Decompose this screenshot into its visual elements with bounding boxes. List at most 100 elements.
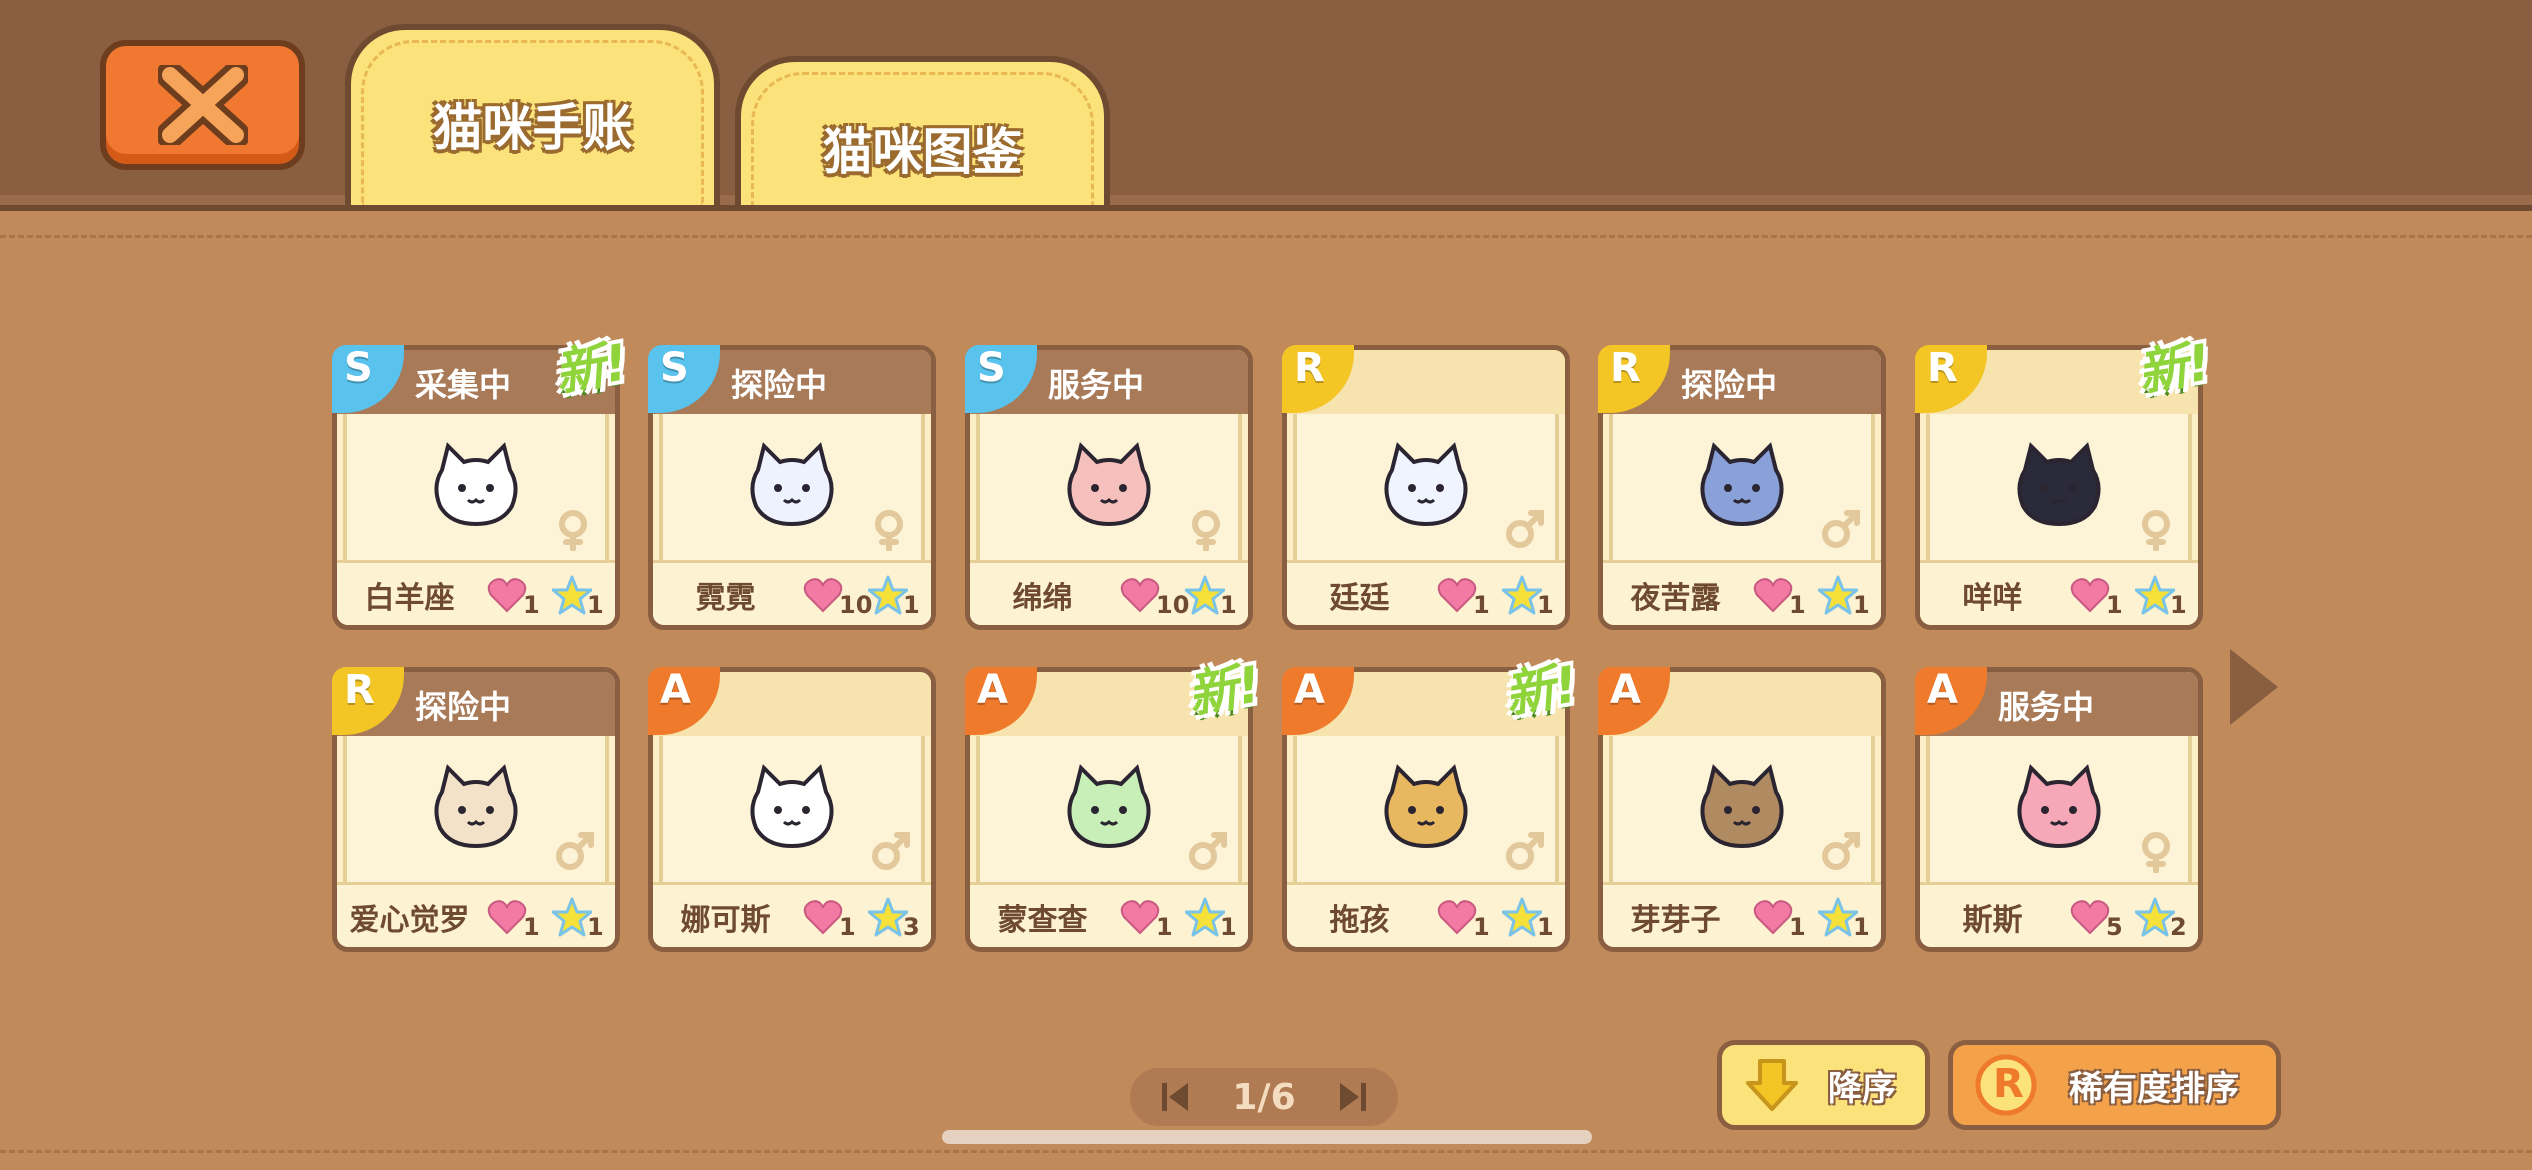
heart-icon — [2070, 578, 2110, 613]
status-label: 服务中 — [1998, 688, 2095, 726]
cat-card[interactable]: 芽芽子 1 1 A — [1598, 667, 1886, 952]
last-page-icon[interactable] — [1338, 1081, 1368, 1113]
star-count: 1 — [1537, 591, 1554, 619]
male-icon — [1822, 510, 1860, 548]
female-icon — [2142, 832, 2170, 873]
star-count: 1 — [1220, 913, 1237, 941]
female-icon — [2142, 510, 2170, 551]
heart-icon — [1437, 578, 1477, 613]
cat-portrait-icon — [2017, 442, 2101, 527]
star-count: 2 — [2170, 913, 2187, 941]
heart-icon — [1753, 900, 1793, 935]
star-icon — [2135, 575, 2175, 615]
pagination: 1/6 — [1130, 1068, 1398, 1126]
star-icon — [1502, 897, 1542, 937]
order-sort-button[interactable]: 降序 — [1717, 1040, 1930, 1130]
status-label: 采集中 — [415, 366, 512, 404]
cat-card[interactable]: 绵绵 10 1 S 服务中 — [965, 345, 1253, 630]
card-footer: 芽芽子 1 1 — [1603, 882, 1881, 947]
cat-card[interactable]: 霓霓 10 1 S 探险中 — [648, 345, 936, 630]
star-count: 1 — [1853, 913, 1870, 941]
female-icon — [875, 510, 903, 551]
card-footer: 绵绵 10 1 — [970, 560, 1248, 625]
cat-portrait-icon — [434, 442, 518, 527]
heart-count: 1 — [1473, 913, 1490, 941]
cat-card[interactable]: 拖孩 1 1 A 新! — [1282, 655, 1582, 952]
heart-count: 1 — [839, 913, 856, 941]
male-icon — [1189, 832, 1227, 870]
cat-card[interactable]: 夜苦露 1 1 R 探险中 — [1598, 345, 1886, 630]
star-count: 1 — [1220, 591, 1237, 619]
star-count: 1 — [1537, 913, 1554, 941]
card-footer: 夜苦露 1 1 — [1603, 560, 1881, 625]
cat-card[interactable]: 白羊座 1 1 S 采集中 新! — [332, 333, 632, 630]
rarity-icon-letter: R — [1993, 1061, 2024, 1107]
female-icon — [559, 510, 587, 551]
cat-name: 斯斯 — [1962, 903, 2023, 938]
page-indicator: 1/6 — [1232, 1076, 1296, 1118]
heart-icon — [487, 578, 527, 613]
heart-count: 1 — [1156, 913, 1173, 941]
cat-card[interactable]: 娜可斯 1 3 A — [648, 667, 936, 952]
new-badge: 新! — [1183, 655, 1266, 725]
tab-cat-journal[interactable]: 猫咪手账 — [345, 24, 720, 205]
rarity-sort-button[interactable]: R 稀有度排序 — [1948, 1040, 2281, 1130]
cat-name: 霓霓 — [695, 581, 756, 616]
heart-icon — [1120, 900, 1160, 935]
close-button[interactable] — [100, 40, 305, 170]
card-footer: 斯斯 5 2 — [1920, 882, 2198, 947]
star-icon — [552, 575, 592, 615]
heart-count: 5 — [2106, 913, 2123, 941]
male-icon — [556, 832, 594, 870]
cat-portrait-icon — [1067, 442, 1151, 527]
card-footer: 蒙查查 1 1 — [970, 882, 1248, 947]
star-count: 1 — [587, 591, 604, 619]
card-footer: 廷廷 1 1 — [1287, 560, 1565, 625]
cat-portrait-icon — [1700, 442, 1784, 527]
star-count: 1 — [587, 913, 604, 941]
star-icon — [1818, 897, 1858, 937]
card-footer: 拖孩 1 1 — [1287, 882, 1565, 947]
cat-portrait-icon — [2017, 764, 2101, 849]
heart-count: 1 — [523, 591, 540, 619]
heart-icon — [803, 578, 843, 613]
heart-icon — [803, 900, 843, 935]
female-icon — [1192, 510, 1220, 551]
first-page-icon[interactable] — [1160, 1081, 1190, 1113]
heart-icon — [1437, 900, 1477, 935]
cat-card[interactable]: 蒙查查 1 1 A 新! — [965, 655, 1265, 952]
tab-label: 猫咪图鉴 — [822, 123, 1023, 181]
cat-portrait-icon — [750, 764, 834, 849]
heart-count: 1 — [2106, 591, 2123, 619]
cat-card[interactable]: 斯斯 5 2 A 服务中 — [1915, 667, 2203, 952]
heart-count: 1 — [1789, 591, 1806, 619]
star-icon — [868, 897, 908, 937]
arrow-right-icon[interactable] — [2226, 645, 2282, 729]
card-footer: 爱心觉罗 1 1 — [337, 882, 615, 947]
new-badge: 新! — [2133, 333, 2216, 403]
heart-count: 1 — [523, 913, 540, 941]
cat-portrait-icon — [1384, 764, 1468, 849]
cat-card[interactable]: 咩咩 1 1 R 新! — [1915, 333, 2215, 630]
down-arrow-icon — [1746, 1059, 1798, 1111]
card-footer: 白羊座 1 1 — [337, 560, 615, 625]
tab-cat-encyclopedia[interactable]: 猫咪图鉴 — [735, 56, 1110, 205]
new-badge: 新! — [550, 333, 633, 403]
heart-icon — [2070, 900, 2110, 935]
home-indicator[interactable] — [942, 1130, 1592, 1144]
status-label: 探险中 — [415, 688, 512, 726]
star-icon — [1185, 575, 1225, 615]
cat-name: 爱心觉罗 — [349, 903, 470, 938]
status-label: 探险中 — [731, 366, 828, 404]
divider — [0, 1150, 2532, 1153]
heart-icon — [487, 900, 527, 935]
cat-name: 蒙查查 — [997, 903, 1088, 938]
cat-name: 娜可斯 — [680, 903, 771, 938]
star-icon — [1185, 897, 1225, 937]
cat-card[interactable]: 爱心觉罗 1 1 R 探险中 — [332, 667, 620, 952]
tab-label: 猫咪手账 — [432, 99, 633, 157]
cat-name: 夜苦露 — [1630, 581, 1721, 616]
male-icon — [1506, 510, 1544, 548]
cat-card[interactable]: 廷廷 1 1 R — [1282, 345, 1570, 630]
cat-portrait-icon — [1067, 764, 1151, 849]
